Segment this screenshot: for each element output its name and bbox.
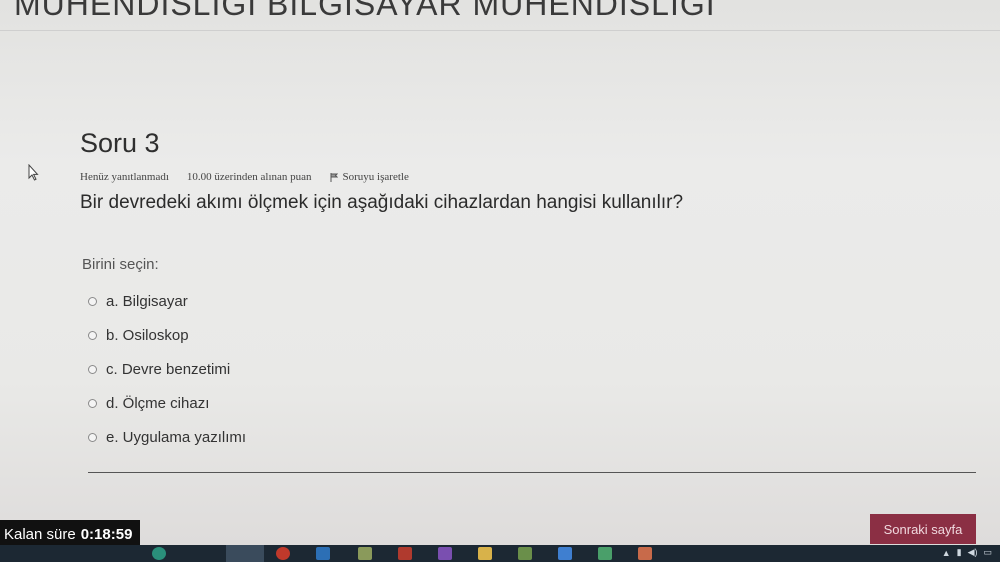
flag-question-link[interactable]: Soruyu işaretle — [330, 171, 409, 183]
taskbar-app-icon[interactable] — [152, 547, 166, 560]
radio-button[interactable] — [88, 398, 97, 408]
option-label: d. Ölçme cihazı — [106, 394, 210, 412]
question-divider — [88, 472, 976, 473]
keyboard-icon[interactable]: ▭ — [983, 547, 992, 558]
timer-value: 0:18:59 — [80, 525, 133, 543]
option-label: e. Uygulama yazılımı — [106, 428, 247, 446]
flag-icon — [330, 172, 338, 182]
flag-question-label: Soruyu işaretle — [342, 171, 409, 183]
system-tray[interactable]: ▲ ▮ ◀) ▭ — [942, 547, 992, 558]
answer-option-a[interactable]: a. Bilgisayar — [88, 284, 246, 318]
next-page-button[interactable]: Sonraki sayfa — [870, 514, 976, 544]
option-label: a. Bilgisayar — [106, 292, 188, 310]
question-points: 10.00 üzerinden alınan puan — [186, 171, 312, 183]
radio-button[interactable] — [88, 364, 97, 374]
chevron-up-icon[interactable]: ▲ — [942, 548, 951, 558]
option-label: b. Osiloskop — [106, 326, 189, 344]
browser-icon[interactable] — [276, 547, 290, 560]
taskbar-app-icon[interactable] — [598, 547, 612, 560]
answer-status: Henüz yanıtlanmadı — [80, 171, 169, 183]
radio-button[interactable] — [88, 330, 97, 340]
network-icon[interactable]: ▮ — [957, 547, 962, 558]
taskbar-app-icon[interactable] — [358, 547, 372, 560]
visual-studio-icon[interactable] — [438, 547, 452, 560]
mouse-cursor-icon — [28, 164, 39, 181]
question-number: Soru 3 — [80, 128, 160, 158]
question-text: Bir devredeki akımı ölçmek için aşağıdak… — [80, 192, 684, 213]
taskbar-app-icon[interactable] — [638, 547, 652, 560]
option-label: c. Devre benzetimi — [106, 360, 231, 378]
timer-label: Kalan süre — [4, 525, 76, 543]
windows-taskbar: ▲ ▮ ◀) ▭ — [0, 545, 1000, 562]
header-divider — [0, 30, 1000, 31]
answer-option-c[interactable]: c. Devre benzetimi — [88, 352, 246, 386]
taskbar-active-app[interactable] — [226, 545, 264, 562]
speaker-icon[interactable]: ◀) — [968, 547, 978, 558]
answer-option-b[interactable]: b. Osiloskop — [88, 318, 246, 352]
radio-button[interactable] — [88, 432, 97, 442]
question-info: Henüz yanıtlanmadı 10.00 üzerinden alına… — [80, 171, 409, 183]
word-icon[interactable] — [316, 547, 330, 560]
answer-option-d[interactable]: d. Ölçme cihazı — [88, 386, 246, 420]
time-remaining: Kalan süre 0:18:59 — [0, 520, 141, 548]
answer-option-e[interactable]: e. Uygulama yazılımı — [88, 420, 246, 454]
radio-button[interactable] — [88, 296, 97, 306]
folder-icon[interactable] — [478, 547, 492, 560]
pdf-icon[interactable] — [398, 547, 412, 560]
answer-options: a. Bilgisayar b. Osiloskop c. Devre benz… — [88, 284, 246, 454]
taskbar-app-icon[interactable] — [518, 547, 532, 560]
taskbar-app-icon[interactable] — [558, 547, 572, 560]
answer-prompt: Birini seçin: — [82, 256, 159, 273]
course-title: MÜHENDISLIGI BILGISAYAR MÜHENDISLIGI — [14, 0, 716, 22]
